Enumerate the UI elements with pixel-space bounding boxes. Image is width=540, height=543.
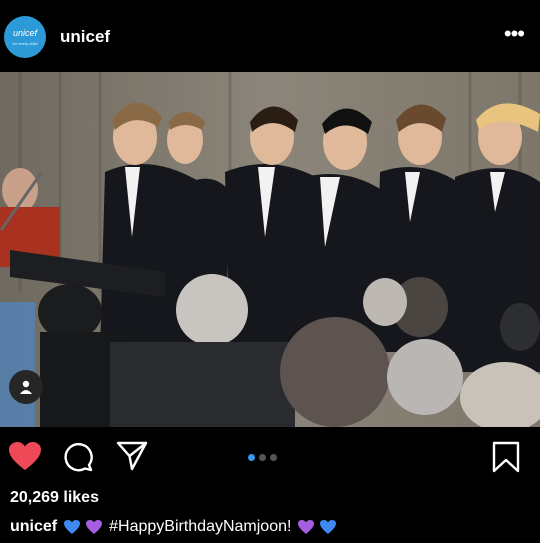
heart-filled-icon[interactable] <box>8 441 42 476</box>
photo-illustration <box>0 72 540 427</box>
likes-count[interactable]: 20,269 likes <box>10 489 99 507</box>
carousel-dot <box>259 454 266 461</box>
post-header: unicef for every child unicef ••• <box>0 0 540 72</box>
caption-username[interactable]: unicef <box>10 518 57 536</box>
blue-heart-icon <box>320 520 337 534</box>
user-tag-icon <box>20 380 32 394</box>
avatar[interactable]: unicef for every child <box>4 16 46 58</box>
more-dots-icon[interactable]: ••• <box>504 23 525 45</box>
purple-heart-icon <box>86 520 103 534</box>
carousel-dot-active <box>248 454 255 461</box>
carousel-dot <box>270 454 277 461</box>
avatar-tagline: for every child <box>12 41 38 46</box>
post-caption: unicef #HappyBirthdayNamjoon! <box>10 518 341 536</box>
blue-heart-icon <box>64 520 81 534</box>
comment-icon[interactable] <box>62 441 94 478</box>
post-actions <box>0 427 540 487</box>
post-username[interactable]: unicef <box>60 27 110 47</box>
user-tag-button[interactable] <box>9 370 43 404</box>
purple-heart-icon <box>298 520 315 534</box>
post-photo[interactable] <box>0 72 540 427</box>
send-icon[interactable] <box>116 441 148 476</box>
carousel-indicator <box>248 454 277 461</box>
avatar-brand: unicef <box>12 28 38 38</box>
caption-hashtag[interactable]: #HappyBirthdayNamjoon! <box>109 518 291 536</box>
bookmark-icon[interactable] <box>492 441 520 478</box>
